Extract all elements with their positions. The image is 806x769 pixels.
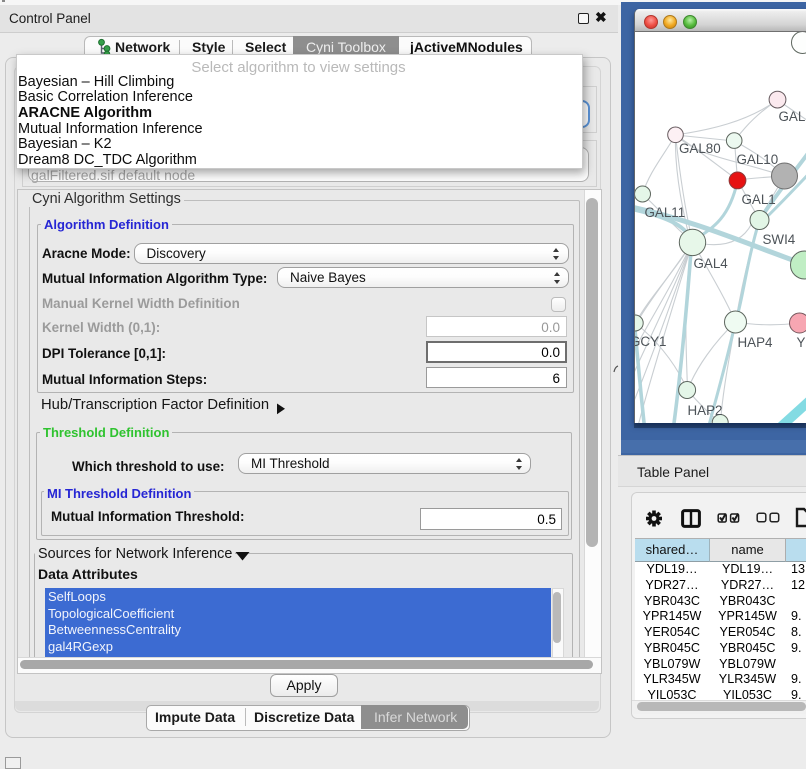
svg-text:GAL: GAL bbox=[779, 109, 806, 124]
svg-text:GAL10: GAL10 bbox=[737, 152, 779, 167]
svg-text:HAP4: HAP4 bbox=[738, 335, 774, 350]
svg-text:GAL80: GAL80 bbox=[679, 141, 721, 156]
svg-text:GAL4: GAL4 bbox=[694, 256, 729, 271]
svg-text:SWI4: SWI4 bbox=[763, 232, 796, 247]
svg-text:GCY1: GCY1 bbox=[635, 334, 666, 349]
svg-text:HAP2: HAP2 bbox=[688, 403, 723, 418]
svg-text:GAL11: GAL11 bbox=[645, 205, 686, 220]
svg-text:Y: Y bbox=[797, 335, 806, 350]
svg-text:GAL1: GAL1 bbox=[742, 192, 776, 207]
